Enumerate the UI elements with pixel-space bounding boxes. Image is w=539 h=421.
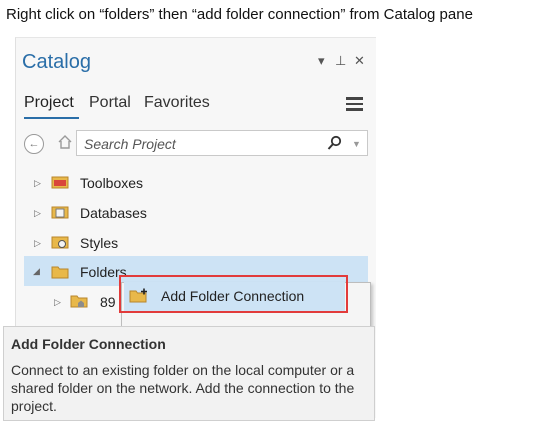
expand-arrow-icon[interactable]: ▷ bbox=[34, 238, 41, 249]
home-icon[interactable] bbox=[58, 135, 72, 149]
tree-item-89[interactable]: 89 bbox=[100, 294, 116, 310]
database-icon bbox=[51, 206, 69, 219]
search-dropdown-icon[interactable]: ▼ bbox=[352, 139, 361, 149]
toolbox-icon bbox=[51, 176, 69, 189]
active-tab-underline bbox=[24, 117, 79, 119]
pane-title: Catalog bbox=[22, 51, 91, 73]
search-placeholder: Search Project bbox=[84, 136, 176, 152]
tree-item-toolboxes[interactable]: Toolboxes bbox=[80, 175, 143, 191]
expand-arrow-icon[interactable]: ▷ bbox=[54, 297, 61, 308]
search-icon[interactable] bbox=[327, 135, 343, 151]
back-icon[interactable]: ← bbox=[24, 134, 44, 154]
close-icon[interactable]: ✕ bbox=[354, 53, 365, 69]
tab-portal[interactable]: Portal bbox=[89, 94, 131, 112]
instruction-text: Right click on “folders” then “add folde… bbox=[6, 6, 473, 23]
collapse-arrow-icon[interactable]: ◢ bbox=[33, 266, 40, 277]
expand-arrow-icon[interactable]: ▷ bbox=[34, 178, 41, 189]
folder-icon bbox=[51, 266, 69, 279]
pane-menu-icon[interactable]: ▾ bbox=[318, 53, 325, 69]
tree-item-databases[interactable]: Databases bbox=[80, 205, 147, 221]
red-highlight-box bbox=[119, 275, 348, 313]
styles-icon bbox=[51, 236, 69, 249]
pin-icon[interactable]: ⊥ bbox=[335, 53, 346, 69]
tooltip-body: Connect to an existing folder on the loc… bbox=[11, 362, 355, 415]
expand-arrow-icon[interactable]: ▷ bbox=[34, 208, 41, 219]
tab-project[interactable]: Project bbox=[24, 94, 74, 112]
tab-favorites[interactable]: Favorites bbox=[144, 94, 210, 112]
folder-home-icon bbox=[70, 295, 88, 308]
hamburger-menu-icon[interactable] bbox=[346, 97, 363, 111]
tooltip-title: Add Folder Connection bbox=[11, 336, 166, 352]
tree-item-styles[interactable]: Styles bbox=[80, 235, 118, 251]
